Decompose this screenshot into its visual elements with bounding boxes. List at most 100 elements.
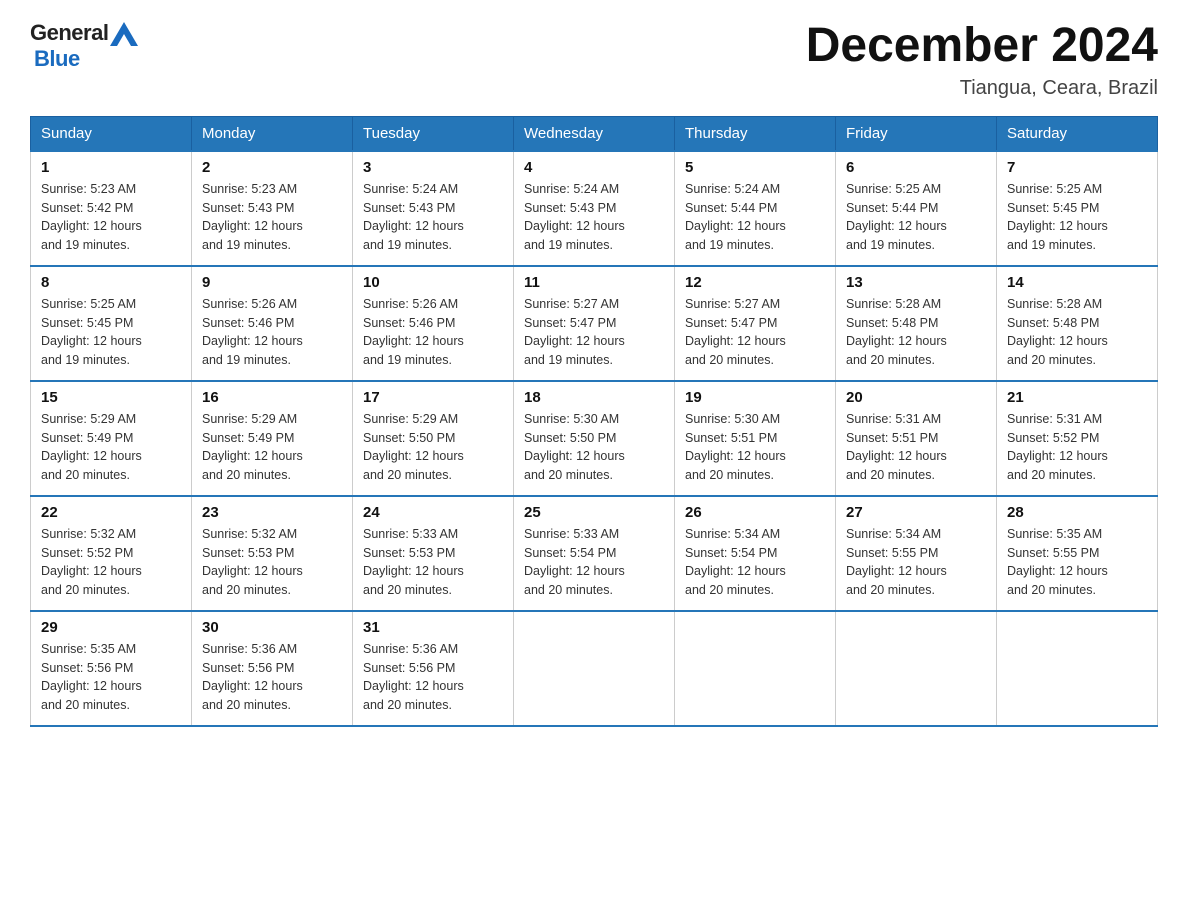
logo-arrow-icon: [110, 22, 138, 46]
calendar-week-row: 15 Sunrise: 5:29 AMSunset: 5:49 PMDayligh…: [31, 381, 1158, 496]
calendar-cell: 17 Sunrise: 5:29 AMSunset: 5:50 PMDayligh…: [353, 381, 514, 496]
calendar-cell: 31 Sunrise: 5:36 AMSunset: 5:56 PMDayligh…: [353, 611, 514, 726]
weekday-header-thursday: Thursday: [675, 116, 836, 151]
day-number: 19: [685, 389, 825, 406]
day-info: Sunrise: 5:24 AMSunset: 5:43 PMDaylight:…: [363, 180, 503, 255]
logo-text-blue: Blue: [34, 46, 80, 72]
calendar-cell: 28 Sunrise: 5:35 AMSunset: 5:55 PMDayligh…: [997, 496, 1158, 611]
day-info: Sunrise: 5:26 AMSunset: 5:46 PMDaylight:…: [202, 295, 342, 370]
day-info: Sunrise: 5:29 AMSunset: 5:50 PMDaylight:…: [363, 410, 503, 485]
calendar-cell: 20 Sunrise: 5:31 AMSunset: 5:51 PMDayligh…: [836, 381, 997, 496]
day-info: Sunrise: 5:30 AMSunset: 5:51 PMDaylight:…: [685, 410, 825, 485]
logo-text-general: General: [30, 20, 108, 46]
day-number: 31: [363, 619, 503, 636]
calendar-cell: 11Sunrise: 5:27 AMSunset: 5:47 PMDayligh…: [514, 266, 675, 381]
day-info: Sunrise: 5:23 AMSunset: 5:43 PMDaylight:…: [202, 180, 342, 255]
main-title: December 2024: [806, 20, 1158, 73]
page-header: General Blue December 2024 Tiangua, Cear…: [30, 20, 1158, 100]
day-number: 1: [41, 159, 181, 176]
day-number: 13: [846, 274, 986, 291]
day-number: 10: [363, 274, 503, 291]
calendar-cell: 9 Sunrise: 5:26 AMSunset: 5:46 PMDaylight…: [192, 266, 353, 381]
day-info: Sunrise: 5:26 AMSunset: 5:46 PMDaylight:…: [363, 295, 503, 370]
day-info: Sunrise: 5:35 AMSunset: 5:56 PMDaylight:…: [41, 640, 181, 715]
day-info: Sunrise: 5:27 AMSunset: 5:47 PMDaylight:…: [685, 295, 825, 370]
day-number: 8: [41, 274, 181, 291]
calendar-cell: 5 Sunrise: 5:24 AMSunset: 5:44 PMDaylight…: [675, 151, 836, 266]
calendar-cell: [675, 611, 836, 726]
day-number: 7: [1007, 159, 1147, 176]
weekday-header-tuesday: Tuesday: [353, 116, 514, 151]
day-info: Sunrise: 5:33 AMSunset: 5:54 PMDaylight:…: [524, 525, 664, 600]
day-info: Sunrise: 5:30 AMSunset: 5:50 PMDaylight:…: [524, 410, 664, 485]
day-number: 15: [41, 389, 181, 406]
calendar-cell: 26 Sunrise: 5:34 AMSunset: 5:54 PMDayligh…: [675, 496, 836, 611]
weekday-header-row: SundayMondayTuesdayWednesdayThursdayFrid…: [31, 116, 1158, 151]
day-info: Sunrise: 5:35 AMSunset: 5:55 PMDaylight:…: [1007, 525, 1147, 600]
calendar-week-row: 1Sunrise: 5:23 AMSunset: 5:42 PMDaylight…: [31, 151, 1158, 266]
day-info: Sunrise: 5:36 AMSunset: 5:56 PMDaylight:…: [363, 640, 503, 715]
calendar-cell: 14 Sunrise: 5:28 AMSunset: 5:48 PMDayligh…: [997, 266, 1158, 381]
day-info: Sunrise: 5:32 AMSunset: 5:53 PMDaylight:…: [202, 525, 342, 600]
day-number: 24: [363, 504, 503, 521]
calendar-cell: 6Sunrise: 5:25 AMSunset: 5:44 PMDaylight…: [836, 151, 997, 266]
day-number: 2: [202, 159, 342, 176]
calendar-cell: 24 Sunrise: 5:33 AMSunset: 5:53 PMDayligh…: [353, 496, 514, 611]
day-info: Sunrise: 5:24 AMSunset: 5:44 PMDaylight:…: [685, 180, 825, 255]
day-info: Sunrise: 5:34 AMSunset: 5:55 PMDaylight:…: [846, 525, 986, 600]
day-number: 20: [846, 389, 986, 406]
day-number: 28: [1007, 504, 1147, 521]
day-number: 17: [363, 389, 503, 406]
calendar-cell: 15 Sunrise: 5:29 AMSunset: 5:49 PMDayligh…: [31, 381, 192, 496]
day-info: Sunrise: 5:33 AMSunset: 5:53 PMDaylight:…: [363, 525, 503, 600]
day-number: 5: [685, 159, 825, 176]
calendar-cell: [997, 611, 1158, 726]
day-info: Sunrise: 5:25 AMSunset: 5:45 PMDaylight:…: [41, 295, 181, 370]
calendar-cell: 13 Sunrise: 5:28 AMSunset: 5:48 PMDayligh…: [836, 266, 997, 381]
calendar-cell: 19 Sunrise: 5:30 AMSunset: 5:51 PMDayligh…: [675, 381, 836, 496]
weekday-header-sunday: Sunday: [31, 116, 192, 151]
day-info: Sunrise: 5:34 AMSunset: 5:54 PMDaylight:…: [685, 525, 825, 600]
day-number: 9: [202, 274, 342, 291]
day-info: Sunrise: 5:29 AMSunset: 5:49 PMDaylight:…: [41, 410, 181, 485]
day-info: Sunrise: 5:31 AMSunset: 5:51 PMDaylight:…: [846, 410, 986, 485]
weekday-header-friday: Friday: [836, 116, 997, 151]
day-info: Sunrise: 5:31 AMSunset: 5:52 PMDaylight:…: [1007, 410, 1147, 485]
calendar-cell: 7 Sunrise: 5:25 AMSunset: 5:45 PMDaylight…: [997, 151, 1158, 266]
day-number: 14: [1007, 274, 1147, 291]
calendar-table: SundayMondayTuesdayWednesdayThursdayFrid…: [30, 116, 1158, 727]
day-info: Sunrise: 5:29 AMSunset: 5:49 PMDaylight:…: [202, 410, 342, 485]
day-number: 27: [846, 504, 986, 521]
day-info: Sunrise: 5:25 AMSunset: 5:45 PMDaylight:…: [1007, 180, 1147, 255]
day-number: 21: [1007, 389, 1147, 406]
day-info: Sunrise: 5:28 AMSunset: 5:48 PMDaylight:…: [846, 295, 986, 370]
day-number: 23: [202, 504, 342, 521]
day-number: 26: [685, 504, 825, 521]
calendar-cell: 12 Sunrise: 5:27 AMSunset: 5:47 PMDayligh…: [675, 266, 836, 381]
logo: General Blue: [30, 20, 138, 72]
calendar-cell: 16Sunrise: 5:29 AMSunset: 5:49 PMDayligh…: [192, 381, 353, 496]
calendar-cell: 21 Sunrise: 5:31 AMSunset: 5:52 PMDayligh…: [997, 381, 1158, 496]
calendar-cell: 29Sunrise: 5:35 AMSunset: 5:56 PMDayligh…: [31, 611, 192, 726]
day-info: Sunrise: 5:24 AMSunset: 5:43 PMDaylight:…: [524, 180, 664, 255]
calendar-cell: 1Sunrise: 5:23 AMSunset: 5:42 PMDaylight…: [31, 151, 192, 266]
day-info: Sunrise: 5:28 AMSunset: 5:48 PMDaylight:…: [1007, 295, 1147, 370]
calendar-cell: [514, 611, 675, 726]
subtitle: Tiangua, Ceara, Brazil: [806, 77, 1158, 100]
calendar-cell: 8 Sunrise: 5:25 AMSunset: 5:45 PMDaylight…: [31, 266, 192, 381]
calendar-cell: 10 Sunrise: 5:26 AMSunset: 5:46 PMDayligh…: [353, 266, 514, 381]
day-number: 11: [524, 274, 664, 291]
calendar-cell: 18 Sunrise: 5:30 AMSunset: 5:50 PMDayligh…: [514, 381, 675, 496]
day-number: 12: [685, 274, 825, 291]
weekday-header-monday: Monday: [192, 116, 353, 151]
day-number: 4: [524, 159, 664, 176]
calendar-cell: [836, 611, 997, 726]
day-info: Sunrise: 5:25 AMSunset: 5:44 PMDaylight:…: [846, 180, 986, 255]
calendar-week-row: 22Sunrise: 5:32 AMSunset: 5:52 PMDayligh…: [31, 496, 1158, 611]
calendar-cell: 2 Sunrise: 5:23 AMSunset: 5:43 PMDaylight…: [192, 151, 353, 266]
day-number: 3: [363, 159, 503, 176]
calendar-cell: 30Sunrise: 5:36 AMSunset: 5:56 PMDayligh…: [192, 611, 353, 726]
day-number: 18: [524, 389, 664, 406]
day-number: 30: [202, 619, 342, 636]
calendar-cell: 27 Sunrise: 5:34 AMSunset: 5:55 PMDayligh…: [836, 496, 997, 611]
